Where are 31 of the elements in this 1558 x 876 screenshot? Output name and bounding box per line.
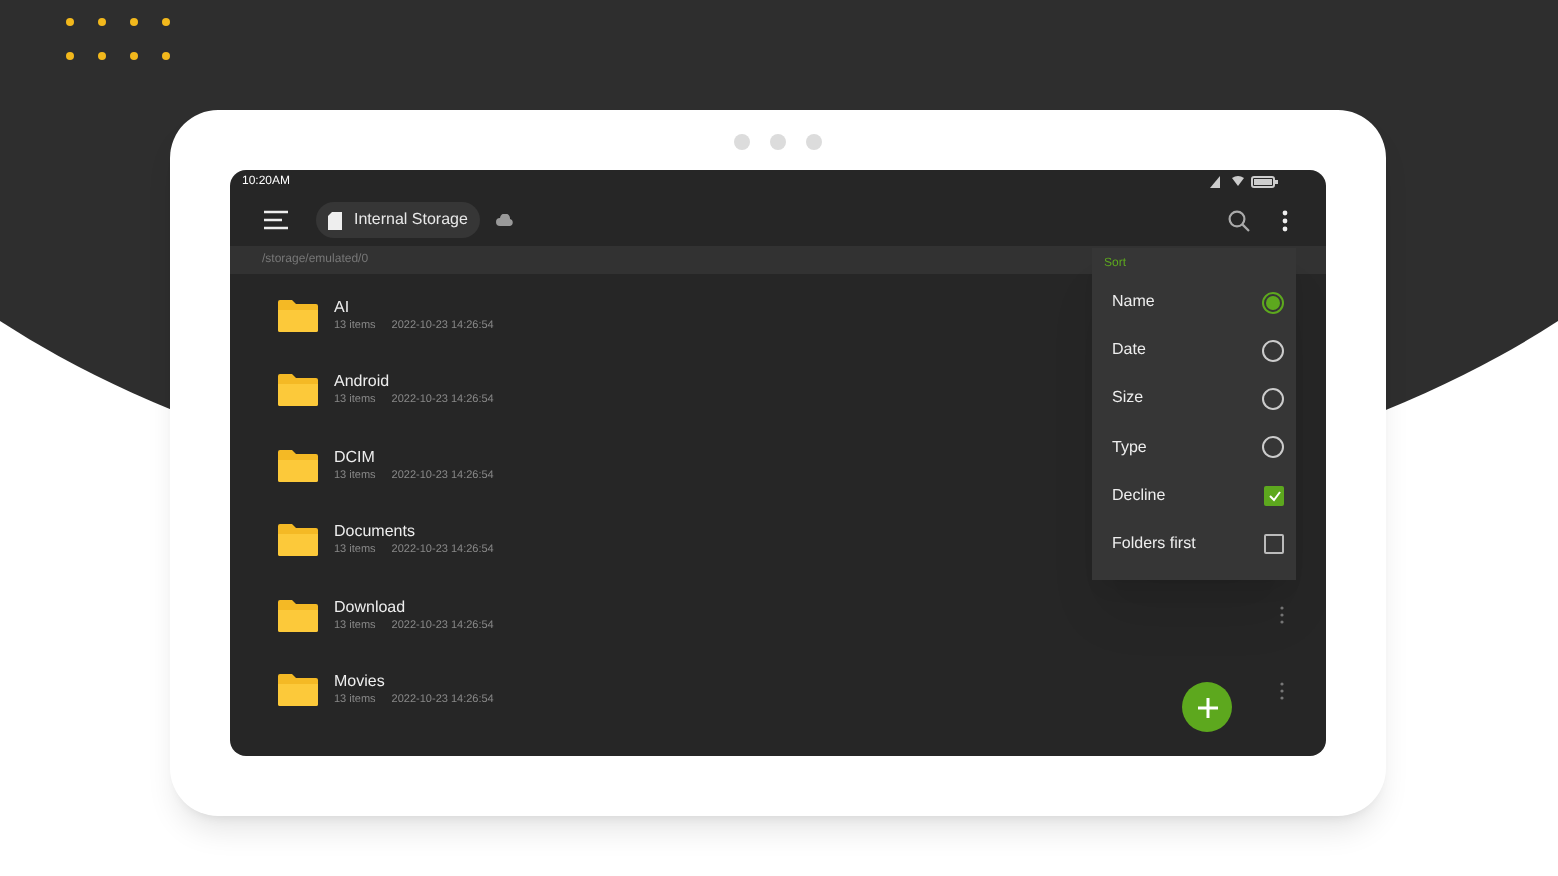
folder-icon bbox=[278, 599, 318, 632]
sort-option[interactable]: Size bbox=[1112, 386, 1144, 411]
folder-icon bbox=[278, 374, 318, 407]
radio-button[interactable] bbox=[1262, 436, 1284, 459]
checkbox[interactable] bbox=[1264, 485, 1284, 506]
plus-icon bbox=[1197, 697, 1217, 717]
add-button[interactable] bbox=[1182, 682, 1232, 732]
status-icons-icon bbox=[1210, 176, 1278, 188]
dots-decoration-icon bbox=[66, 18, 170, 60]
folder-icon bbox=[278, 674, 318, 707]
sort-option[interactable]: Date bbox=[1112, 338, 1146, 363]
more-icon[interactable] bbox=[1282, 209, 1288, 231]
folder-icon bbox=[278, 299, 318, 332]
cloud-icon[interactable] bbox=[495, 214, 514, 226]
menu-icon[interactable] bbox=[264, 210, 288, 230]
folder-name[interactable]: Movies bbox=[334, 674, 1280, 690]
radio-button[interactable] bbox=[1262, 387, 1284, 410]
folder-name[interactable]: Download bbox=[334, 599, 1280, 615]
radio-button[interactable] bbox=[1262, 339, 1284, 362]
sort-option[interactable]: Decline bbox=[1112, 483, 1166, 508]
sd-card-icon bbox=[328, 211, 342, 229]
folder-icon bbox=[278, 449, 318, 482]
location-chip[interactable]: Internal Storage bbox=[316, 202, 480, 238]
radio-button[interactable] bbox=[1262, 291, 1284, 314]
checkbox[interactable] bbox=[1264, 534, 1284, 555]
sort-option[interactable]: Name bbox=[1112, 290, 1155, 315]
camera-dots-icon bbox=[734, 134, 822, 150]
search-icon[interactable] bbox=[1228, 209, 1250, 231]
sort-option[interactable]: Folders first bbox=[1112, 532, 1196, 557]
folder-icon bbox=[278, 524, 318, 557]
sort-option[interactable]: Type bbox=[1112, 435, 1147, 460]
